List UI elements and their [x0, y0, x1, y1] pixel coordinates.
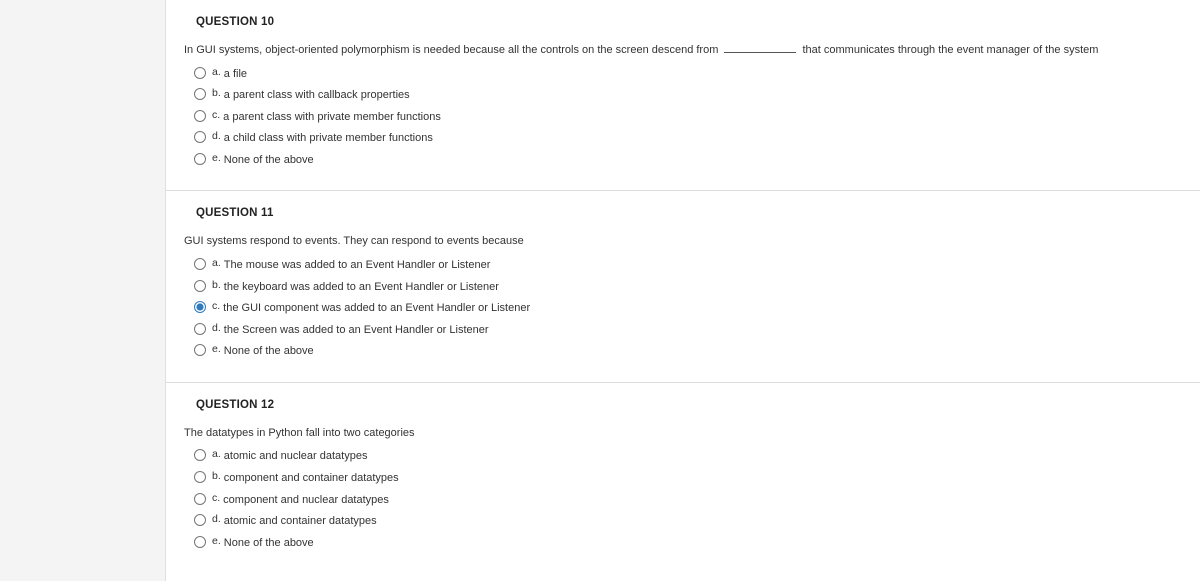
option-letter: b.	[212, 277, 221, 294]
option-b[interactable]: b. component and container datatypes	[194, 469, 1182, 487]
option-letter: e.	[212, 150, 221, 167]
option-c[interactable]: c. a parent class with private member fu…	[194, 108, 1182, 126]
question-title: QUESTION 11	[196, 207, 1182, 219]
option-letter: b.	[212, 468, 221, 485]
option-letter: a.	[212, 446, 221, 463]
option-d[interactable]: d. atomic and container datatypes	[194, 512, 1182, 530]
radio-input[interactable]	[194, 67, 206, 79]
question-block-12: QUESTION 12 The datatypes in Python fall…	[166, 383, 1200, 573]
prompt-text-before: The datatypes in Python fall into two ca…	[184, 427, 415, 439]
option-text: None of the above	[224, 535, 314, 553]
question-prompt: GUI systems respond to events. They can …	[184, 233, 1182, 250]
prompt-text-after: that communicates through the event mana…	[799, 44, 1098, 56]
option-letter: e.	[212, 341, 221, 358]
question-title: QUESTION 10	[196, 16, 1182, 28]
option-text: component and nuclear datatypes	[223, 492, 389, 510]
option-letter: c.	[212, 107, 220, 124]
option-text: atomic and nuclear datatypes	[224, 448, 368, 466]
option-text: component and container datatypes	[224, 470, 399, 488]
option-e[interactable]: e. None of the above	[194, 342, 1182, 360]
fill-blank	[724, 43, 796, 53]
option-e[interactable]: e. None of the above	[194, 534, 1182, 552]
option-text: the GUI component was added to an Event …	[223, 300, 530, 318]
option-letter: d.	[212, 320, 221, 337]
option-letter: c.	[212, 298, 220, 315]
option-text: a child class with private member functi…	[224, 130, 433, 148]
radio-input[interactable]	[194, 449, 206, 461]
question-prompt: In GUI systems, object-oriented polymorp…	[184, 42, 1182, 59]
option-a[interactable]: a. a file	[194, 65, 1182, 83]
option-d[interactable]: d. a child class with private member fun…	[194, 129, 1182, 147]
prompt-text-before: GUI systems respond to events. They can …	[184, 235, 524, 247]
option-letter: b.	[212, 85, 221, 102]
option-c[interactable]: c. component and nuclear datatypes	[194, 491, 1182, 509]
option-text: None of the above	[224, 343, 314, 361]
prompt-text-before: In GUI systems, object-oriented polymorp…	[184, 44, 721, 56]
question-title: QUESTION 12	[196, 399, 1182, 411]
option-text: a file	[224, 66, 247, 84]
radio-input[interactable]	[194, 514, 206, 526]
option-letter: c.	[212, 490, 220, 507]
radio-input[interactable]	[194, 153, 206, 165]
option-letter: e.	[212, 533, 221, 550]
option-text: a parent class with callback properties	[224, 87, 410, 105]
option-a[interactable]: a. atomic and nuclear datatypes	[194, 447, 1182, 465]
radio-input[interactable]	[194, 88, 206, 100]
radio-input[interactable]	[194, 131, 206, 143]
option-text: atomic and container datatypes	[224, 513, 377, 531]
option-letter: a.	[212, 64, 221, 81]
options-list: a. atomic and nuclear datatypes b. compo…	[184, 447, 1182, 551]
radio-input[interactable]	[194, 344, 206, 356]
radio-input[interactable]	[194, 301, 206, 313]
radio-input[interactable]	[194, 471, 206, 483]
option-b[interactable]: b. a parent class with callback properti…	[194, 86, 1182, 104]
option-text: None of the above	[224, 152, 314, 170]
radio-input[interactable]	[194, 110, 206, 122]
option-letter: d.	[212, 128, 221, 145]
radio-input[interactable]	[194, 258, 206, 270]
option-letter: d.	[212, 511, 221, 528]
option-e[interactable]: e. None of the above	[194, 151, 1182, 169]
options-list: a. a file b. a parent class with callbac…	[184, 65, 1182, 169]
radio-input[interactable]	[194, 280, 206, 292]
option-c[interactable]: c. the GUI component was added to an Eve…	[194, 299, 1182, 317]
quiz-page: QUESTION 10 In GUI systems, object-orien…	[165, 0, 1200, 581]
option-letter: a.	[212, 255, 221, 272]
option-text: a parent class with private member funct…	[223, 109, 441, 127]
option-text: the keyboard was added to an Event Handl…	[224, 279, 499, 297]
radio-input[interactable]	[194, 536, 206, 548]
option-d[interactable]: d. the Screen was added to an Event Hand…	[194, 321, 1182, 339]
radio-input[interactable]	[194, 323, 206, 335]
option-b[interactable]: b. the keyboard was added to an Event Ha…	[194, 278, 1182, 296]
option-a[interactable]: a. The mouse was added to an Event Handl…	[194, 256, 1182, 274]
question-block-11: QUESTION 11 GUI systems respond to event…	[166, 191, 1200, 382]
question-block-10: QUESTION 10 In GUI systems, object-orien…	[166, 0, 1200, 191]
option-text: the Screen was added to an Event Handler…	[224, 322, 489, 340]
question-prompt: The datatypes in Python fall into two ca…	[184, 425, 1182, 442]
option-text: The mouse was added to an Event Handler …	[224, 257, 491, 275]
radio-input[interactable]	[194, 493, 206, 505]
options-list: a. The mouse was added to an Event Handl…	[184, 256, 1182, 360]
